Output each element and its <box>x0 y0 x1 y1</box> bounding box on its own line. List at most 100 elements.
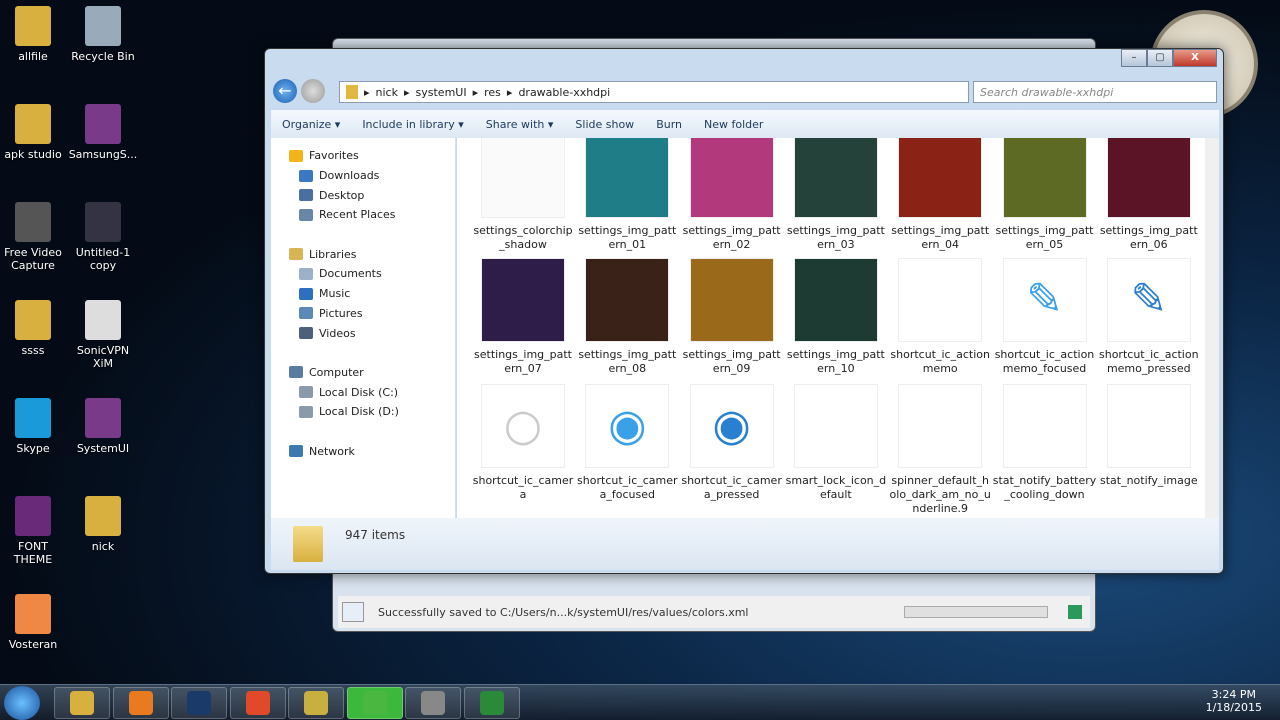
toolbar-button[interactable]: Slide show <box>564 118 645 131</box>
file-item[interactable]: shortcut_ic_actionmemo <box>888 258 992 376</box>
breadcrumb-item[interactable]: nick <box>376 86 398 99</box>
start-button[interactable] <box>4 686 40 720</box>
explorer-window[interactable]: – ▢ X ← ▸ nick ▸ systemUI ▸ res ▸ drawable-xxhd… <box>264 48 1224 574</box>
minimize-button[interactable]: – <box>1121 49 1147 67</box>
sidebar-item[interactable]: Computer <box>271 363 455 383</box>
taskbar-app-4[interactable] <box>288 687 344 719</box>
file-item[interactable]: settings_img_pattern_05 <box>993 138 1097 252</box>
maximize-button[interactable]: ▢ <box>1147 49 1173 67</box>
breadcrumb-separator-icon[interactable]: ▸ <box>473 86 479 99</box>
desktop-icon-label: Vosteran <box>8 638 58 651</box>
taskbar-app-5[interactable] <box>346 687 403 719</box>
file-item[interactable]: settings_img_pattern_09 <box>680 258 784 376</box>
file-item[interactable]: settings_img_pattern_07 <box>471 258 575 376</box>
sidebar-item-label: Pictures <box>319 306 363 320</box>
vertical-scrollbar[interactable] <box>1205 138 1219 518</box>
sidebar-item[interactable]: Libraries <box>271 244 455 264</box>
file-item[interactable]: settings_img_pattern_01 <box>575 138 679 252</box>
sidebar-item[interactable]: Pictures <box>271 304 455 324</box>
file-grid: settings_colorchip_shadow settings_img_pa… <box>457 138 1205 518</box>
toolbar-button[interactable]: Include in library ▾ <box>351 118 474 131</box>
sidebar-item[interactable]: Music <box>271 284 455 304</box>
sidebar-item[interactable]: Favorites <box>271 146 455 166</box>
sidebar-item[interactable]: Local Disk (D:) <box>271 402 455 422</box>
desktop-icon[interactable]: Recycle Bin <box>68 6 138 63</box>
taskbar-app-6[interactable] <box>405 687 461 719</box>
sidebar-item[interactable]: Recent Places <box>271 205 455 225</box>
breadcrumb-separator-icon[interactable]: ▸ <box>364 86 370 99</box>
taskbar-app-0[interactable] <box>54 687 110 719</box>
taskbar-app-2[interactable] <box>171 687 227 719</box>
desktop-icon[interactable]: allfile <box>0 6 68 63</box>
file-item[interactable]: ◉ shortcut_ic_camera_focused <box>575 384 679 502</box>
sidebar-item[interactable]: Network <box>271 441 455 461</box>
sidebar-item[interactable]: Local Disk (C:) <box>271 382 455 402</box>
file-item[interactable]: settings_img_pattern_02 <box>680 138 784 252</box>
file-thumbnail <box>1002 384 1087 468</box>
breadcrumb-item[interactable]: systemUI <box>416 86 467 99</box>
app-icon <box>479 691 504 715</box>
desktop-icon-image <box>85 300 121 340</box>
address-bar[interactable]: ▸ nick ▸ systemUI ▸ res ▸ drawable-xxhdpi <box>339 81 969 103</box>
desktop-icon-label: SamsungS... <box>68 148 138 161</box>
file-item[interactable]: stat_notify_image <box>1097 384 1201 488</box>
sidebar-item[interactable]: Documents <box>271 264 455 284</box>
file-item[interactable]: ✎ shortcut_ic_actionmemo_focused <box>993 258 1097 376</box>
toolbar-button[interactable]: Share with ▾ <box>475 118 565 131</box>
forward-button[interactable] <box>301 79 325 103</box>
desktop-icon[interactable]: Vosteran <box>0 594 68 651</box>
breadcrumb-item[interactable]: drawable-xxhdpi <box>518 86 610 99</box>
breadcrumb-separator-icon[interactable]: ▸ <box>507 86 513 99</box>
file-thumbnail <box>898 138 983 218</box>
taskbar-app-3[interactable] <box>229 687 286 719</box>
toolbar-button[interactable]: New folder <box>693 118 774 131</box>
file-thumbnail <box>1106 384 1191 468</box>
desktop-icon[interactable]: SystemUI <box>68 398 138 455</box>
desktop-icon[interactable]: SamsungS... <box>68 104 138 161</box>
file-name: shortcut_ic_camera <box>472 474 574 501</box>
file-item[interactable]: smart_lock_icon_default <box>784 384 888 502</box>
file-item[interactable]: settings_img_pattern_06 <box>1097 138 1201 252</box>
file-item[interactable]: settings_img_pattern_08 <box>575 258 679 376</box>
sidebar-item-label: Music <box>319 287 351 301</box>
close-button[interactable]: X <box>1173 49 1217 67</box>
file-item[interactable]: ○ shortcut_ic_camera <box>471 384 575 502</box>
file-thumbnail <box>585 138 670 218</box>
file-thumbnail: ✎ <box>1002 258 1087 342</box>
search-input[interactable]: Search drawable-xxhdpi <box>973 81 1217 103</box>
file-item[interactable]: spinner_default_holo_dark_am_no_underlin… <box>888 384 992 516</box>
panel-icon[interactable] <box>342 602 364 622</box>
desktop-icon[interactable]: nick <box>68 496 138 553</box>
clock-time[interactable]: 3:24 PM <box>1206 688 1262 701</box>
file-item[interactable]: settings_colorchip_shadow <box>471 138 575 252</box>
file-name: shortcut_ic_camera_focused <box>577 474 678 501</box>
back-button[interactable]: ← <box>273 79 297 103</box>
file-item[interactable]: stat_notify_battery_cooling_down <box>993 384 1097 502</box>
sidebar-item[interactable]: Videos <box>271 323 455 343</box>
desktop-icon[interactable]: ssss <box>0 300 68 357</box>
desktop-icon[interactable]: Skype <box>0 398 68 455</box>
file-thumbnail <box>481 258 565 342</box>
sidebar-item[interactable]: Downloads <box>271 166 455 186</box>
file-item[interactable]: settings_img_pattern_03 <box>784 138 888 252</box>
sidebar-item[interactable]: Desktop <box>271 185 455 205</box>
breadcrumb-item[interactable]: res <box>484 86 501 99</box>
share-icon[interactable] <box>1068 605 1082 619</box>
file-item[interactable]: ✎ shortcut_ic_actionmemo_pressed <box>1097 258 1201 376</box>
desktop-icon[interactable]: Free Video Capture <box>0 202 68 272</box>
toolbar-button[interactable]: Organize ▾ <box>271 118 351 131</box>
taskbar-app-1[interactable] <box>112 687 169 719</box>
taskbar-app-7[interactable] <box>463 687 520 719</box>
desktop-icon[interactable]: apk studio <box>0 104 68 161</box>
desktop-icon-label: ssss <box>21 344 45 357</box>
desktop-icon[interactable]: FONT THEME <box>0 496 68 566</box>
desktop-icon[interactable]: SonicVPN XiM <box>68 300 138 370</box>
file-item[interactable]: ◉ shortcut_ic_camera_pressed <box>680 384 784 502</box>
desktop-icon[interactable]: Untitled-1 copy <box>68 202 138 272</box>
breadcrumb-separator-icon[interactable]: ▸ <box>404 86 410 99</box>
file-item[interactable]: settings_img_pattern_10 <box>784 258 888 376</box>
file-item[interactable]: settings_img_pattern_04 <box>888 138 992 252</box>
clock-date[interactable]: 1/18/2015 <box>1206 701 1262 714</box>
sidebar-item-label: Recent Places <box>319 208 396 222</box>
toolbar-button[interactable]: Burn <box>645 118 693 131</box>
